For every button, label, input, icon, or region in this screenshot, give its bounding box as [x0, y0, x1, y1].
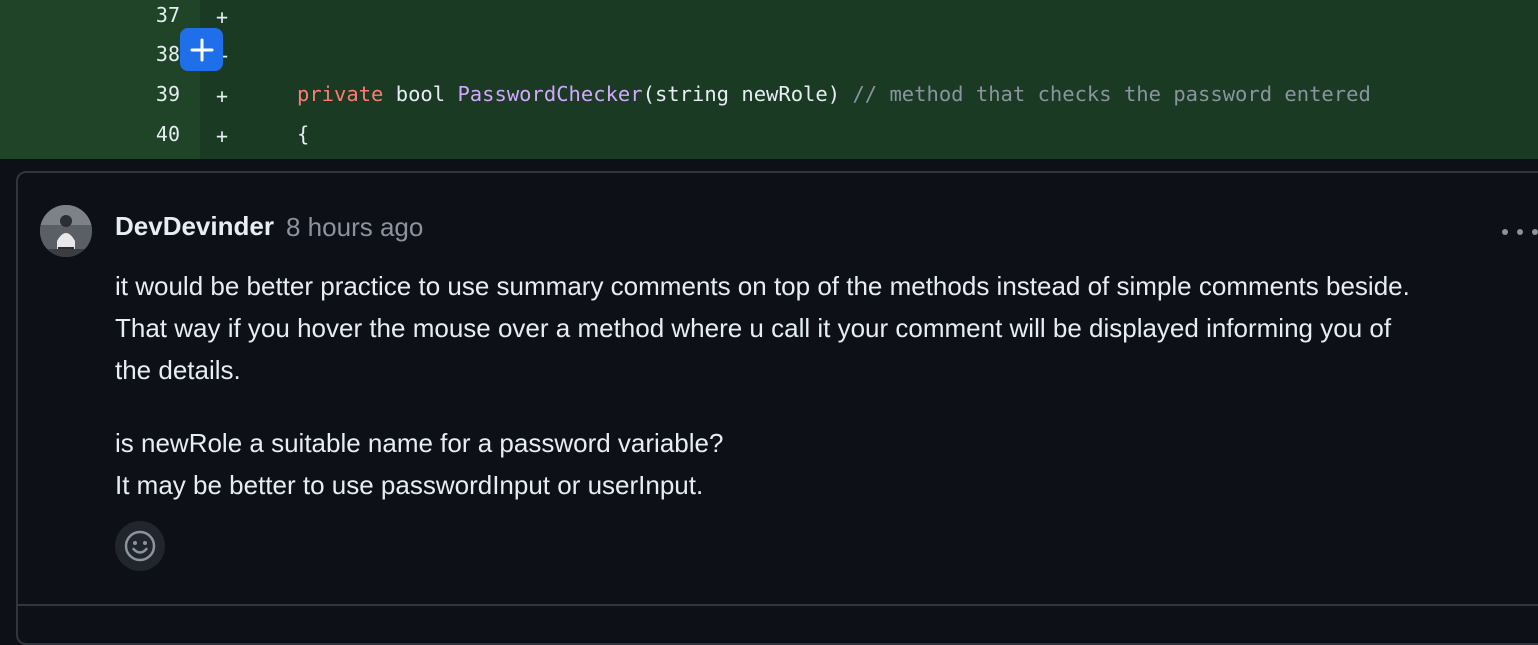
comment-options-button[interactable]	[1496, 219, 1538, 239]
code-line: private bool PasswordChecker(string newR…	[297, 79, 1371, 109]
comment-text-line: is newRole a suitable name for a passwor…	[115, 428, 724, 458]
code-function-name: PasswordChecker	[457, 82, 643, 106]
line-number[interactable]: 40	[120, 119, 180, 149]
line-gutter: 39	[0, 79, 200, 119]
user-avatar[interactable]	[40, 205, 92, 257]
code-line: {	[297, 122, 310, 146]
plus-icon	[190, 38, 213, 61]
diff-line-40: 40 + {	[0, 119, 1538, 159]
comment-author[interactable]: DevDevinder	[115, 211, 274, 242]
comment-text-line: That way if you hover the mouse over a m…	[115, 313, 1392, 343]
line-number[interactable]: 37	[120, 0, 180, 30]
code-cell: +	[200, 0, 1538, 40]
diff-line-38: 38 +	[0, 39, 1538, 79]
diff-line-39: 39 + private bool PasswordChecker(string…	[0, 79, 1538, 119]
smiley-icon	[124, 530, 156, 562]
line-gutter: 37	[0, 0, 200, 40]
code-cell: + {	[200, 119, 1538, 159]
code-params: (string newRole)	[642, 82, 841, 106]
diff-view: 37 + 38 + 39 + private bool PasswordChec…	[0, 0, 1538, 159]
line-number[interactable]: 38	[120, 39, 180, 69]
comment-text-line: the details.	[115, 355, 241, 385]
add-comment-button[interactable]	[180, 28, 223, 71]
diff-add-marker: +	[216, 5, 229, 29]
kebab-horizontal-icon	[1502, 229, 1538, 235]
diff-line-37: 37 +	[0, 0, 1538, 40]
comment-body: it would be better practice to use summa…	[115, 265, 1535, 506]
comment-timestamp[interactable]: 8 hours ago	[286, 212, 423, 243]
code-type: bool	[395, 82, 446, 106]
comment-text-line: it would be better practice to use summa…	[115, 271, 1410, 301]
code-comment: // method that checks the password enter…	[852, 82, 1371, 106]
add-reaction-button[interactable]	[115, 521, 165, 571]
code-cell: +	[200, 39, 1538, 79]
diff-add-marker: +	[216, 84, 229, 108]
code-keyword: private	[297, 82, 384, 106]
review-comment-thread: DevDevinder 8 hours ago it would be bett…	[16, 171, 1538, 645]
diff-add-marker: +	[216, 124, 229, 148]
line-gutter: 38	[0, 39, 200, 79]
thread-divider	[18, 604, 1538, 606]
avatar-image	[40, 205, 92, 257]
line-number[interactable]: 39	[120, 79, 180, 109]
comment-text-line: It may be better to use passwordInput or…	[115, 470, 704, 500]
line-gutter: 40	[0, 119, 200, 159]
code-cell: + private bool PasswordChecker(string ne…	[200, 79, 1538, 119]
